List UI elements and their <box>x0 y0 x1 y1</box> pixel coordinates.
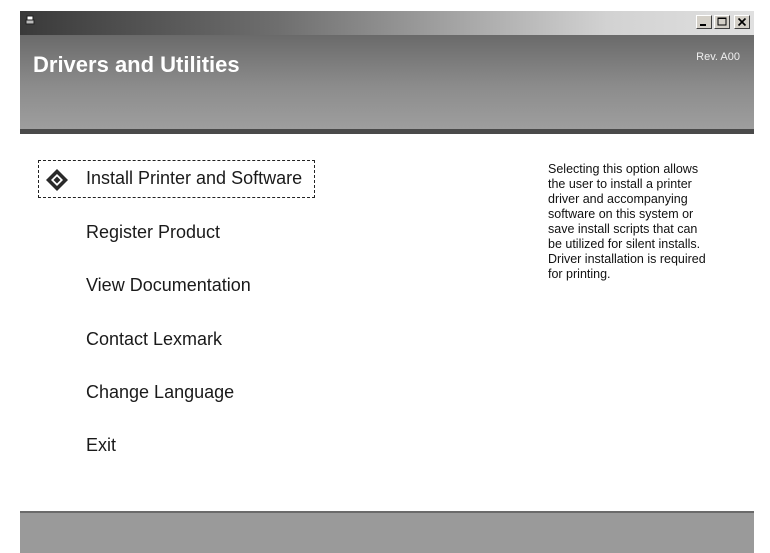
minimize-icon <box>700 24 706 26</box>
menu-item-install-printer-and-software[interactable]: Install Printer and Software <box>86 168 302 189</box>
description-line: be utilized for silent installs. <box>548 237 701 251</box>
close-button[interactable] <box>734 15 750 29</box>
maximize-icon <box>717 17 727 26</box>
description-line: for printing. <box>548 267 611 281</box>
menu-item-exit[interactable]: Exit <box>86 435 116 456</box>
header-banner: Drivers and Utilities Rev. A00 <box>20 35 754 134</box>
description-line: the user to install a printer <box>548 177 692 191</box>
description-line: driver and accompanying <box>548 192 688 206</box>
menu-item-contact-lexmark[interactable]: Contact Lexmark <box>86 329 222 350</box>
diamond-icon <box>46 169 68 191</box>
page-title: Drivers and Utilities <box>33 52 240 77</box>
option-description: Selecting this option allows the user to… <box>548 162 750 282</box>
app-icon <box>25 15 35 25</box>
app-window: Drivers and Utilities Rev. A00 Install P… <box>20 11 754 553</box>
menu-item-view-documentation[interactable]: View Documentation <box>86 275 251 296</box>
close-icon <box>737 17 747 27</box>
footer-bar <box>20 511 754 553</box>
menu-item-change-language[interactable]: Change Language <box>86 382 234 403</box>
minimize-button[interactable] <box>696 15 712 29</box>
title-bar[interactable] <box>20 11 754 35</box>
maximize-button[interactable] <box>714 15 730 29</box>
menu-item-register-product[interactable]: Register Product <box>86 222 220 243</box>
description-line: save install scripts that can <box>548 222 698 236</box>
description-line: Selecting this option allows <box>548 162 699 176</box>
description-line: software on this system or <box>548 207 694 221</box>
revision-label: Rev. A00 <box>696 51 740 63</box>
description-line: Driver installation is required <box>548 252 706 266</box>
